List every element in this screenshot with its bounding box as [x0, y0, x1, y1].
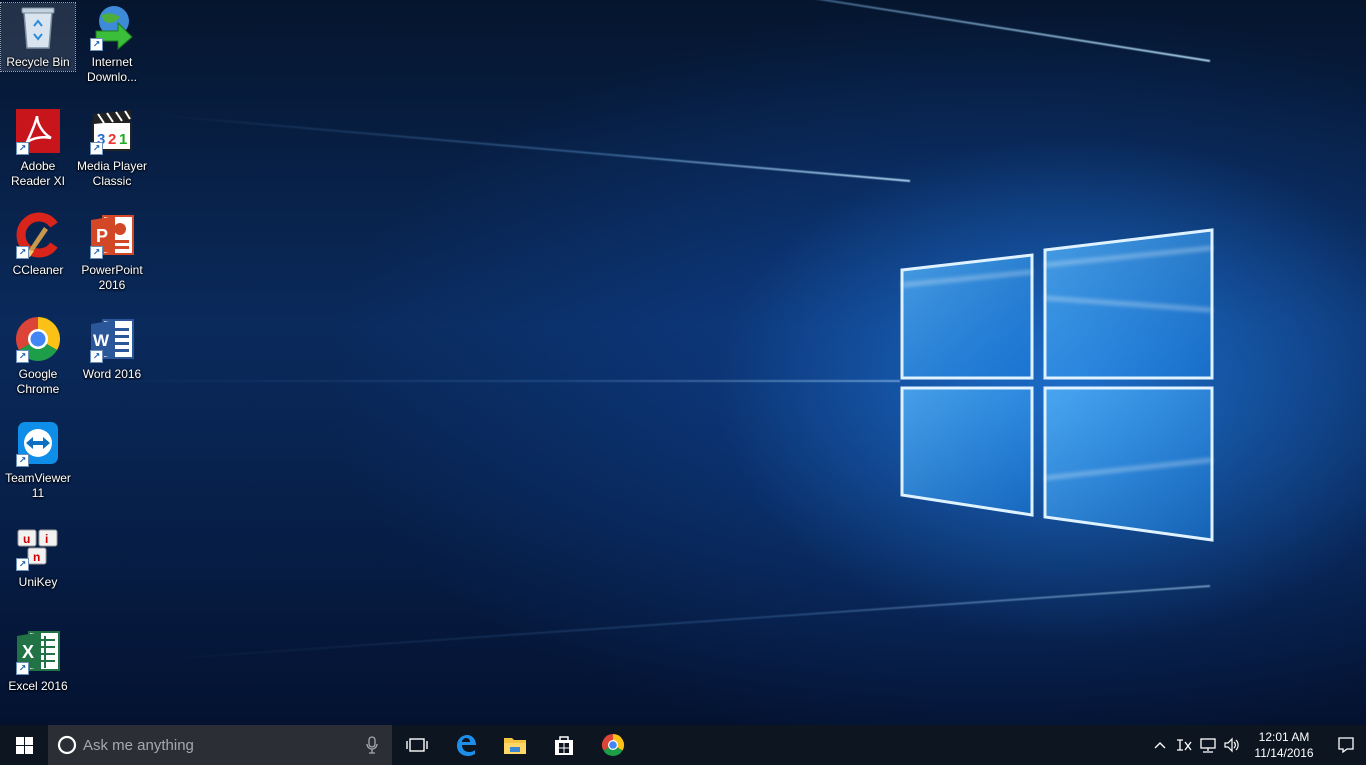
icon-label: Excel 2016 — [8, 679, 68, 693]
shortcut-arrow-icon: ↗ — [16, 142, 29, 155]
shortcut-arrow-icon: ↗ — [90, 38, 103, 51]
chrome-taskbar-button[interactable] — [588, 725, 637, 765]
internet-download-manager-shortcut[interactable]: ↗ Internet Downlo... — [75, 3, 149, 85]
icon-label: Recycle Bin — [6, 55, 70, 69]
network-button[interactable] — [1196, 725, 1220, 765]
edge-taskbar-button[interactable] — [441, 725, 490, 765]
svg-text:u: u — [23, 532, 30, 546]
adobe-reader-shortcut[interactable]: ↗ Adobe Reader XI — [1, 107, 75, 189]
chrome-icon — [601, 734, 624, 757]
icon-label: TeamViewer 11 — [5, 471, 71, 500]
icon-label: Word 2016 — [82, 367, 142, 381]
globe-download-icon: ↗ — [88, 3, 136, 51]
shortcut-arrow-icon: ↗ — [16, 558, 29, 571]
excel-icon: X ↗ — [14, 627, 62, 675]
volume-button[interactable] — [1220, 725, 1244, 765]
desktop-background: Recycle Bin ↗ Internet Downlo... ↗ Adobe… — [0, 0, 1366, 725]
adobe-reader-icon: ↗ — [14, 107, 62, 155]
recycle-bin-icon — [14, 3, 62, 51]
search-placeholder: Ask me anything — [83, 736, 194, 754]
file-explorer-icon — [503, 738, 526, 754]
cortana-search-box[interactable]: Ask me anything — [48, 725, 392, 765]
clapperboard-icon: 3 2 1 ↗ — [88, 107, 136, 155]
icon-label: Internet Downlo... — [86, 55, 138, 84]
file-explorer-taskbar-button[interactable] — [490, 725, 539, 765]
network-icon — [1200, 738, 1216, 753]
keyboard-input-icon — [1177, 739, 1192, 751]
action-center-button[interactable] — [1326, 725, 1366, 765]
icon-label: Google Chrome — [16, 367, 60, 396]
show-hidden-icons-button[interactable] — [1148, 725, 1172, 765]
shortcut-arrow-icon: ↗ — [16, 454, 29, 467]
word-2016-shortcut[interactable]: W ↗ Word 2016 — [75, 315, 149, 382]
clock-date: 11/14/2016 — [1254, 746, 1314, 760]
excel-2016-shortcut[interactable]: X ↗ Excel 2016 — [1, 627, 75, 694]
chrome-icon: ↗ — [14, 315, 62, 363]
shortcut-arrow-icon: ↗ — [90, 350, 103, 363]
start-button[interactable] — [0, 725, 48, 765]
chevron-up-icon — [1154, 742, 1166, 749]
icon-label: Media Player Classic — [76, 159, 148, 188]
powerpoint-icon: P ↗ — [88, 211, 136, 259]
teamviewer-icon: ↗ — [14, 419, 62, 467]
teamviewer-11-shortcut[interactable]: ↗ TeamViewer 11 — [1, 419, 75, 501]
icon-label: UniKey — [18, 575, 58, 589]
shortcut-arrow-icon: ↗ — [16, 350, 29, 363]
unikey-icon: u i n ↗ — [14, 523, 62, 571]
store-taskbar-button[interactable] — [539, 725, 588, 765]
icon-label: PowerPoint 2016 — [81, 263, 143, 292]
shortcut-arrow-icon: ↗ — [90, 142, 103, 155]
svg-text:n: n — [33, 550, 40, 564]
clock[interactable]: 12:01 AM 11/14/2016 — [1248, 729, 1320, 761]
svg-text:1: 1 — [119, 131, 127, 148]
system-tray: 12:01 AM 11/14/2016 — [1148, 725, 1366, 765]
svg-text:X: X — [22, 642, 34, 662]
media-player-classic-shortcut[interactable]: 3 2 1 ↗ Media Player Classic — [75, 107, 149, 189]
svg-text:2: 2 — [108, 131, 116, 148]
recycle-bin-shortcut[interactable]: Recycle Bin — [0, 2, 76, 72]
powerpoint-2016-shortcut[interactable]: P ↗ PowerPoint 2016 — [75, 211, 149, 293]
windows-logo-icon — [15, 736, 33, 754]
volume-icon — [1224, 737, 1239, 753]
store-icon — [554, 736, 573, 755]
svg-text:i: i — [45, 532, 48, 546]
notification-icon — [1338, 737, 1354, 754]
google-chrome-shortcut[interactable]: ↗ Google Chrome — [1, 315, 75, 397]
svg-text:W: W — [93, 331, 110, 350]
ccleaner-shortcut[interactable]: ↗ CCleaner — [1, 211, 75, 278]
clock-time: 12:01 AM — [1258, 730, 1310, 744]
shortcut-arrow-icon: ↗ — [16, 246, 29, 259]
taskbar: Ask me anything 12:01 AM 11/14/2016 — [0, 725, 1366, 765]
microphone-icon[interactable] — [366, 736, 378, 754]
windows-light-logo — [900, 228, 1214, 542]
icon-label: CCleaner — [12, 263, 64, 277]
unikey-shortcut[interactable]: u i n ↗ UniKey — [1, 523, 75, 590]
ccleaner-icon: ↗ — [14, 211, 62, 259]
shortcut-arrow-icon: ↗ — [90, 246, 103, 259]
cortana-circle-icon — [57, 735, 77, 755]
task-view-icon — [405, 738, 428, 752]
input-method-button[interactable] — [1172, 725, 1196, 765]
edge-icon — [456, 735, 476, 756]
word-icon: W ↗ — [88, 315, 136, 363]
icon-label: Adobe Reader XI — [10, 159, 66, 188]
task-view-button[interactable] — [392, 725, 441, 765]
shortcut-arrow-icon: ↗ — [16, 662, 29, 675]
svg-text:P: P — [96, 226, 108, 246]
